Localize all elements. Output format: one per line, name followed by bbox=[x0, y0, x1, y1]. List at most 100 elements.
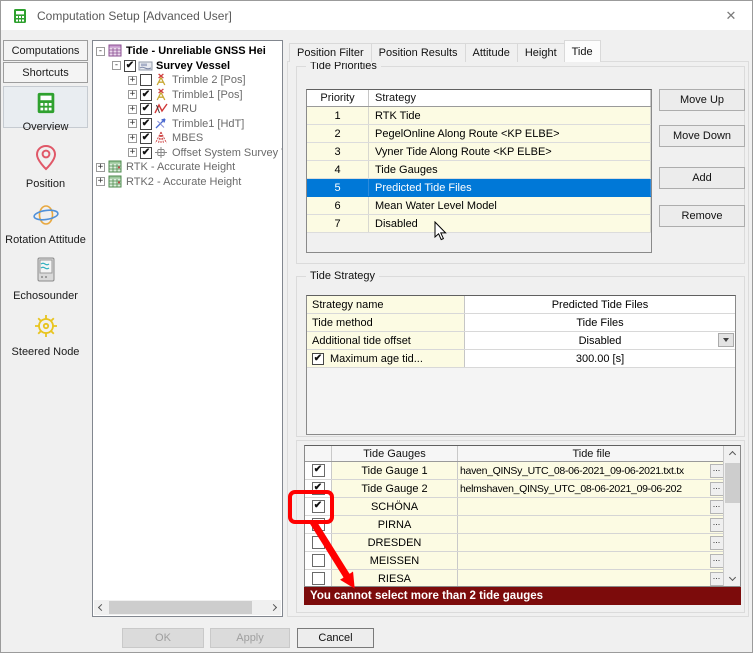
tree-checkbox[interactable]: ✔ bbox=[140, 103, 152, 115]
tide-gauges-table: Tide Gauges Tide file ✔Tide Gauge 1haven… bbox=[304, 445, 741, 587]
add-button[interactable]: Add bbox=[659, 167, 745, 189]
ok-button[interactable]: OK bbox=[122, 628, 204, 648]
tab-height[interactable]: Height bbox=[517, 43, 565, 62]
browse-button[interactable]: ... bbox=[710, 500, 724, 514]
maximum-age-value[interactable]: 300.00 [s] bbox=[465, 350, 735, 367]
collapse-icon[interactable]: - bbox=[96, 47, 105, 56]
chevron-down-icon bbox=[723, 338, 729, 342]
gauge-row[interactable]: ✔Tide Gauge 1haven_QINSy_UTC_08-06-2021_… bbox=[305, 462, 740, 480]
tab-attitude[interactable]: Attitude bbox=[465, 43, 518, 62]
scrollbar-thumb[interactable] bbox=[109, 601, 252, 614]
gauge-row[interactable]: PIRNA... bbox=[305, 516, 740, 534]
tree-item[interactable]: +✔Trimble1 [Pos] bbox=[93, 88, 282, 103]
expand-icon[interactable]: + bbox=[128, 134, 137, 143]
expand-icon[interactable]: + bbox=[128, 148, 137, 157]
browse-button[interactable]: ... bbox=[710, 536, 724, 550]
priority-column-header: Priority bbox=[307, 90, 369, 106]
gauge-checkbox[interactable] bbox=[312, 572, 325, 585]
priority-cell: 6 bbox=[307, 197, 369, 214]
shortcuts-button[interactable]: Shortcuts bbox=[3, 62, 88, 83]
scrollbar-thumb[interactable] bbox=[725, 463, 740, 503]
collapse-icon[interactable]: - bbox=[112, 61, 121, 70]
tree-item[interactable]: -✔Survey Vessel bbox=[93, 59, 282, 74]
expand-icon[interactable]: + bbox=[128, 105, 137, 114]
sidebar-item-rotation-attitude[interactable]: Rotation Attitude bbox=[3, 198, 88, 244]
tree-checkbox[interactable]: ✔ bbox=[140, 132, 152, 144]
additional-tide-offset-select[interactable]: Disabled bbox=[465, 332, 735, 349]
tab-tide[interactable]: Tide bbox=[564, 40, 601, 62]
tree-item-label: Trimble1 [HdT] bbox=[172, 118, 244, 130]
gauge-checkbox[interactable] bbox=[312, 536, 325, 549]
priority-row[interactable]: 6Mean Water Level Model bbox=[307, 197, 651, 215]
tree-item[interactable]: + Trimble 2 [Pos] bbox=[93, 73, 282, 88]
gauge-checkbox[interactable] bbox=[312, 518, 325, 531]
tree-item[interactable]: +✔MBES bbox=[93, 131, 282, 146]
expand-icon[interactable]: + bbox=[96, 177, 105, 186]
tree-horizontal-scrollbar[interactable] bbox=[94, 600, 281, 615]
cancel-button[interactable]: Cancel bbox=[297, 628, 374, 648]
expand-icon[interactable]: + bbox=[128, 119, 137, 128]
browse-button[interactable]: ... bbox=[710, 572, 724, 586]
priority-row[interactable]: 4Tide Gauges bbox=[307, 161, 651, 179]
move-down-button[interactable]: Move Down bbox=[659, 125, 745, 147]
browse-button[interactable]: ... bbox=[710, 518, 724, 532]
tree-item[interactable]: -Tide - Unreliable GNSS Hei bbox=[93, 44, 282, 59]
tree-item-label: Trimble 2 [Pos] bbox=[172, 74, 246, 86]
rotation-attitude-icon bbox=[31, 202, 61, 231]
priority-row[interactable]: 3Vyner Tide Along Route <KP ELBE> bbox=[307, 143, 651, 161]
maximum-age-checkbox[interactable]: ✔ bbox=[312, 353, 324, 365]
gauge-checkbox[interactable] bbox=[312, 554, 325, 567]
gauge-row[interactable]: ✔SCHÖNA... bbox=[305, 498, 740, 516]
tree-checkbox[interactable]: ✔ bbox=[140, 147, 152, 159]
browse-button[interactable]: ... bbox=[710, 482, 724, 496]
sidebar-item-overview[interactable]: Overview bbox=[3, 86, 88, 128]
computations-button[interactable]: Computations bbox=[3, 40, 88, 61]
move-up-button[interactable]: Move Up bbox=[659, 89, 745, 111]
tree-rows: -Tide - Unreliable GNSS Hei-✔Survey Vess… bbox=[93, 44, 282, 189]
tree-item[interactable]: +RTK2 - Accurate Height bbox=[93, 175, 282, 190]
priority-row[interactable]: 1RTK Tide bbox=[307, 107, 651, 125]
gauge-row[interactable]: ✔Tide Gauge 2helmshaven_QINSy_UTC_08-06-… bbox=[305, 480, 740, 498]
tree-checkbox[interactable] bbox=[140, 74, 152, 86]
priority-cell: 7 bbox=[307, 215, 369, 232]
priority-row[interactable]: 7Disabled bbox=[307, 215, 651, 233]
tree-item[interactable]: +✔ Trimble1 [HdT] bbox=[93, 117, 282, 132]
sidebar-item-echosounder[interactable]: Echosounder bbox=[3, 252, 88, 300]
scroll-right-icon[interactable] bbox=[266, 600, 281, 615]
sidebar-item-steered-node[interactable]: Steered Node bbox=[3, 308, 88, 356]
close-icon[interactable]: ✕ bbox=[721, 7, 741, 25]
tree-checkbox[interactable]: ✔ bbox=[124, 60, 136, 72]
gauge-row[interactable]: MEISSEN... bbox=[305, 552, 740, 570]
strategy-name-value[interactable]: Predicted Tide Files bbox=[465, 296, 735, 313]
expand-icon[interactable]: + bbox=[128, 76, 137, 85]
scroll-down-icon[interactable] bbox=[724, 569, 741, 586]
tab-position-results[interactable]: Position Results bbox=[371, 43, 466, 62]
expand-icon[interactable]: + bbox=[96, 163, 105, 172]
scroll-up-icon[interactable] bbox=[724, 446, 741, 463]
browse-button[interactable]: ... bbox=[710, 464, 724, 478]
tree-checkbox[interactable]: ✔ bbox=[140, 89, 152, 101]
tide-method-value[interactable]: Tide Files bbox=[465, 314, 735, 331]
tree-item[interactable]: +✔MRU bbox=[93, 102, 282, 117]
scroll-left-icon[interactable] bbox=[94, 600, 109, 615]
gauges-vertical-scrollbar[interactable] bbox=[723, 446, 740, 586]
tide-file-cell bbox=[458, 516, 708, 533]
gauge-checkbox[interactable]: ✔ bbox=[312, 464, 325, 477]
expand-icon[interactable]: + bbox=[128, 90, 137, 99]
tree-checkbox[interactable]: ✔ bbox=[140, 118, 152, 130]
browse-button[interactable]: ... bbox=[710, 554, 724, 568]
tide-file-cell: haven_QINSy_UTC_08-06-2021_09-06-2021.tx… bbox=[458, 462, 708, 479]
tab-position-filter[interactable]: Position Filter bbox=[289, 43, 372, 62]
tree-item[interactable]: +✔Offset System Survey V bbox=[93, 146, 282, 161]
gauge-row[interactable]: RIESA... bbox=[305, 570, 740, 587]
priority-row[interactable]: 2PegelOnline Along Route <KP ELBE> bbox=[307, 125, 651, 143]
gauge-checkbox[interactable]: ✔ bbox=[312, 482, 325, 495]
apply-button[interactable]: Apply bbox=[210, 628, 290, 648]
priority-row[interactable]: 5Predicted Tide Files bbox=[307, 179, 651, 197]
gauge-checkbox[interactable]: ✔ bbox=[312, 500, 325, 513]
remove-button[interactable]: Remove bbox=[659, 205, 745, 227]
tree-item[interactable]: +RTK - Accurate Height bbox=[93, 160, 282, 175]
sidebar-item-position[interactable]: Position bbox=[3, 140, 88, 186]
dropdown-button[interactable] bbox=[718, 333, 734, 347]
gauge-row[interactable]: DRESDEN... bbox=[305, 534, 740, 552]
